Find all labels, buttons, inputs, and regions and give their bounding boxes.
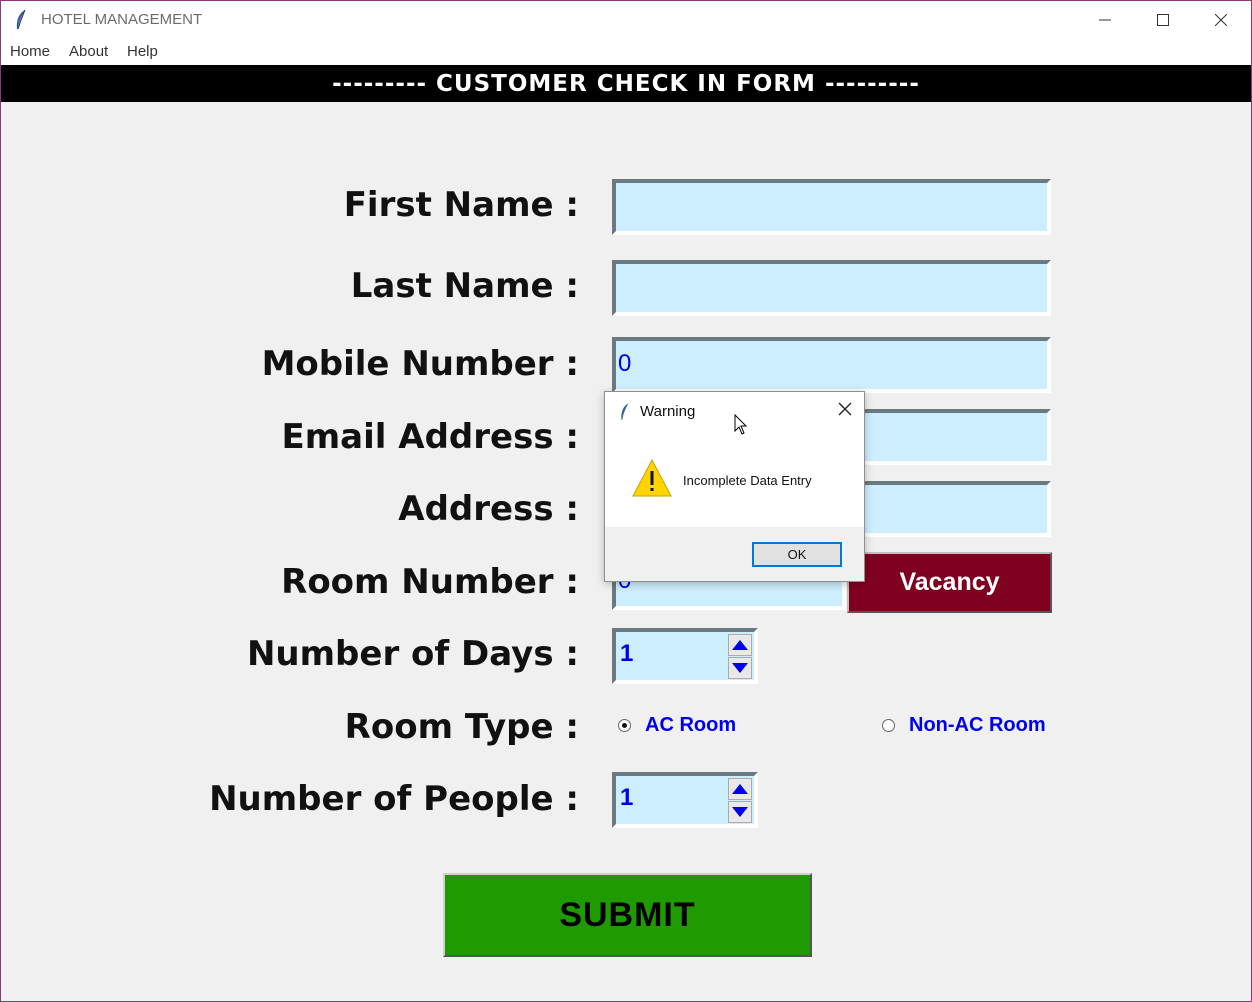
- close-icon[interactable]: [836, 400, 854, 418]
- title-bar: HOTEL MANAGEMENT: [1, 1, 1251, 39]
- mouse-cursor-icon: [734, 414, 748, 435]
- first-name-input[interactable]: [612, 179, 1051, 235]
- number-of-people-value: 1: [620, 784, 634, 811]
- last-name-label: Last Name :: [350, 266, 579, 306]
- form-header: --------- CUSTOMER CHECK IN FORM -------…: [1, 65, 1251, 102]
- number-of-people-spinbox[interactable]: 1: [612, 772, 758, 828]
- app-window: HOTEL MANAGEMENT Home About Help -------…: [0, 0, 1252, 1002]
- number-of-people-spin-buttons: [726, 776, 754, 824]
- mobile-number-input[interactable]: 0: [612, 337, 1051, 393]
- maximize-button[interactable]: [1134, 1, 1192, 39]
- close-icon: [1215, 14, 1227, 26]
- number-of-days-label: Number of Days :: [246, 634, 579, 674]
- number-of-days-spinbox[interactable]: 1: [612, 628, 758, 684]
- radio-ac-room[interactable]: AC Room: [618, 714, 736, 737]
- feather-icon: [621, 403, 629, 420]
- menu-help[interactable]: Help: [127, 43, 158, 60]
- radio-unselected-icon: [882, 719, 895, 732]
- radio-non-ac-room[interactable]: Non-AC Room: [882, 714, 1046, 737]
- close-button[interactable]: [1192, 1, 1250, 39]
- submit-button[interactable]: SUBMIT: [443, 873, 812, 957]
- maximize-icon: [1157, 14, 1169, 26]
- days-increment-button[interactable]: [728, 634, 752, 656]
- days-decrement-button[interactable]: [728, 657, 752, 679]
- warning-icon: [632, 458, 672, 497]
- minimize-button[interactable]: [1076, 1, 1134, 39]
- number-of-people-label: Number of People :: [209, 779, 579, 819]
- feather-icon: [16, 9, 26, 30]
- arrow-up-icon: [732, 640, 748, 650]
- radio-selected-icon: [618, 719, 631, 732]
- email-address-label: Email Address :: [281, 417, 579, 457]
- dialog-title: Warning: [640, 403, 696, 420]
- address-label: Address :: [398, 489, 579, 529]
- people-decrement-button[interactable]: [728, 801, 752, 823]
- people-increment-button[interactable]: [728, 778, 752, 800]
- arrow-down-icon: [732, 807, 748, 817]
- menu-about[interactable]: About: [69, 43, 108, 60]
- first-name-label: First Name :: [343, 185, 579, 225]
- minimize-icon: [1099, 19, 1111, 21]
- dialog-message: Incomplete Data Entry: [683, 473, 812, 488]
- room-number-label: Room Number :: [281, 562, 579, 602]
- menu-bar: Home About Help: [1, 39, 1251, 65]
- number-of-days-spin-buttons: [726, 632, 754, 680]
- menu-home[interactable]: Home: [10, 43, 50, 60]
- arrow-up-icon: [732, 784, 748, 794]
- non-ac-room-label: Non-AC Room: [909, 714, 1046, 736]
- window-title: HOTEL MANAGEMENT: [41, 11, 203, 28]
- vacancy-button[interactable]: Vacancy: [847, 552, 1052, 613]
- ok-button[interactable]: OK: [752, 542, 842, 567]
- number-of-days-value: 1: [620, 640, 634, 667]
- ac-room-label: AC Room: [645, 714, 737, 736]
- last-name-input[interactable]: [612, 260, 1051, 316]
- arrow-down-icon: [732, 663, 748, 673]
- room-type-label: Room Type :: [344, 707, 579, 747]
- dialog-footer: OK: [605, 527, 864, 581]
- mobile-number-label: Mobile Number :: [261, 344, 579, 384]
